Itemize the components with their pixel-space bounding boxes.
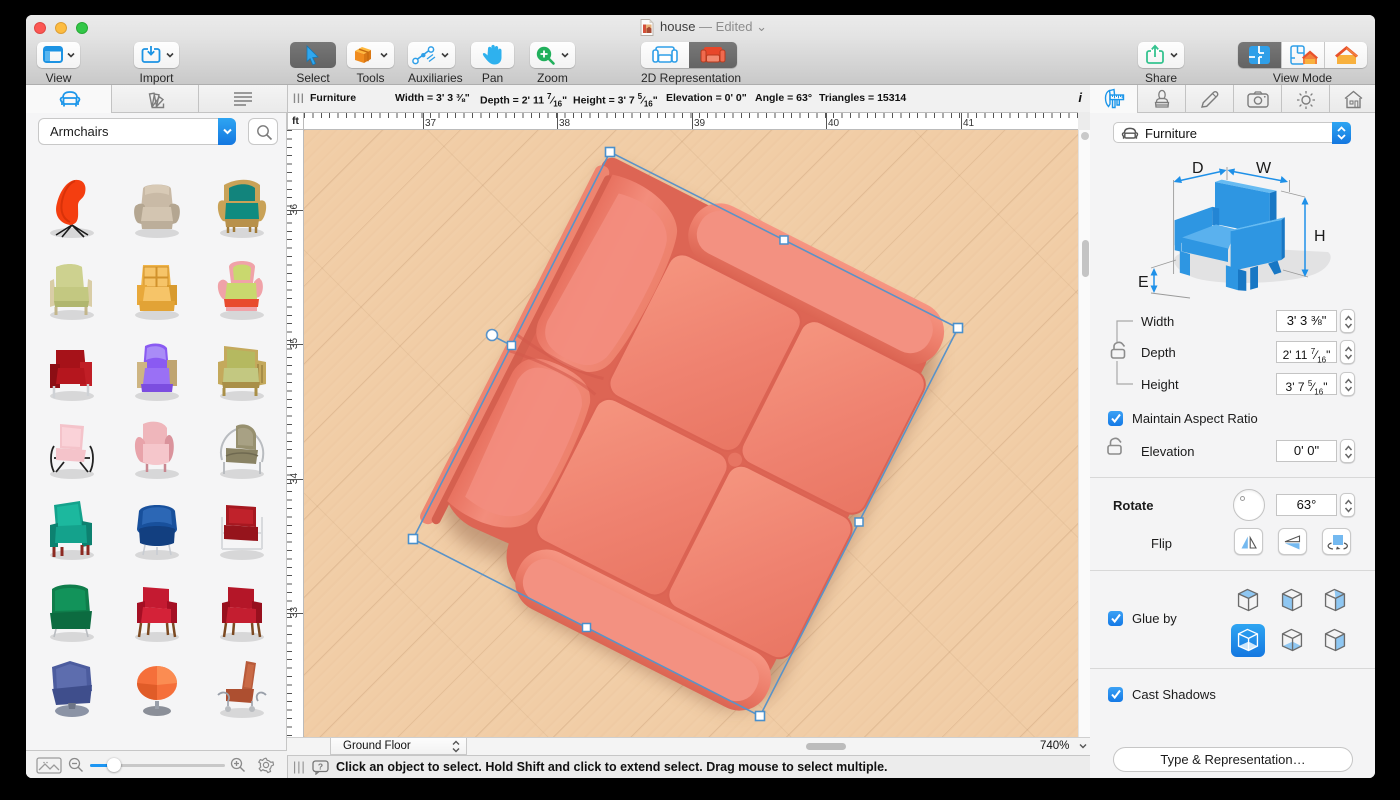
svg-text:?: ? [318, 762, 323, 772]
svg-text:D: D [1192, 160, 1204, 177]
svg-text:W: W [1256, 160, 1272, 177]
svg-text:H: H [1314, 228, 1326, 245]
svg-text:E: E [1138, 274, 1149, 291]
